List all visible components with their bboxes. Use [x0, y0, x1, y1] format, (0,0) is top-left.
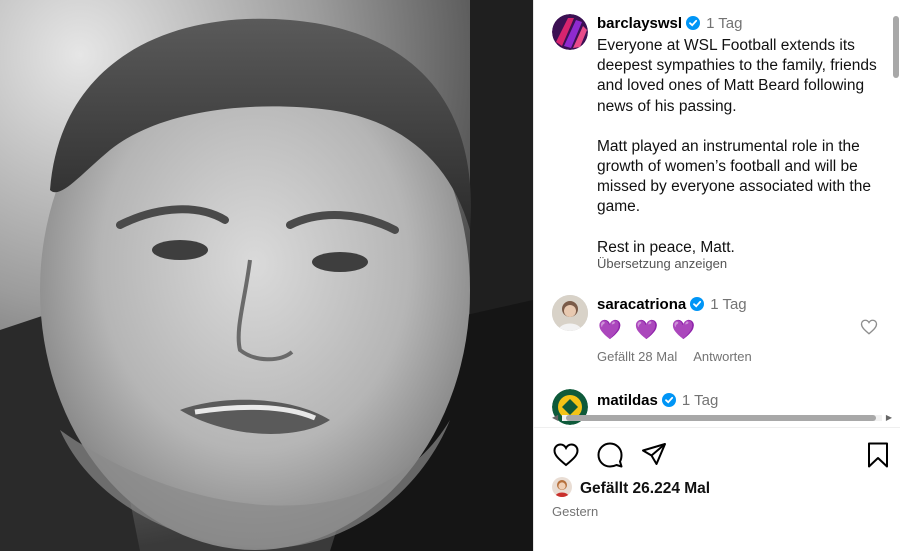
action-bar: [552, 441, 892, 469]
scrollbar-thumb[interactable]: [566, 415, 876, 421]
verified-icon: [661, 393, 676, 407]
scrollbar-thumb[interactable]: [893, 16, 899, 78]
save-bookmark-icon[interactable]: [864, 441, 892, 469]
post-caption: Everyone at WSL Football extends its dee…: [597, 36, 887, 278]
barclayswsl-avatar[interactable]: [552, 14, 588, 50]
likes-count[interactable]: Gefällt 26.224 Mal: [580, 480, 710, 497]
post-photo: [0, 0, 533, 551]
post-side-panel: barclayswsl 1 Tag Everyone at WSL Footbal…: [533, 0, 900, 551]
comment-username[interactable]: saracatriona: [597, 296, 686, 313]
scroll-right-arrow-icon[interactable]: ▶: [886, 414, 892, 422]
reply-button[interactable]: Antworten: [693, 349, 752, 364]
post-header: barclayswsl 1 Tag: [597, 15, 743, 33]
post-username[interactable]: barclayswsl: [597, 15, 682, 32]
post-date[interactable]: Gestern: [552, 504, 598, 519]
post-time[interactable]: 1 Tag: [706, 15, 742, 32]
comment-username[interactable]: matildas: [597, 392, 658, 409]
vertical-scrollbar[interactable]: [893, 6, 899, 406]
divider: [534, 427, 900, 428]
comment-time[interactable]: 1 Tag: [682, 392, 718, 409]
share-icon[interactable]: [640, 441, 668, 469]
horizontal-scrollbar[interactable]: ◀ ▶: [552, 414, 892, 422]
caption-paragraph: Matt played an instrumental role in the …: [597, 137, 871, 216]
likes-summary: Gefällt 26.224 Mal: [552, 477, 710, 498]
comment-likes[interactable]: Gefällt 28 Mal: [597, 349, 677, 364]
comment-header: matildas 1 Tag: [597, 392, 718, 410]
show-translation-link[interactable]: Übersetzung anzeigen: [597, 256, 727, 271]
comment-meta: Gefällt 28 Mal Antworten: [597, 349, 768, 364]
verified-icon: [686, 16, 701, 30]
comment-header: saracatriona 1 Tag: [597, 296, 747, 314]
comment-time[interactable]: 1 Tag: [710, 296, 746, 313]
caption-paragraph: Everyone at WSL Football extends its dee…: [597, 37, 877, 115]
scroll-left-arrow-icon[interactable]: ◀: [552, 414, 558, 422]
comment-text: 💜 💜 💜: [598, 320, 700, 341]
like-heart-icon[interactable]: [552, 441, 580, 469]
verified-icon: [690, 297, 705, 311]
comments-scroll-area[interactable]: barclayswsl 1 Tag Everyone at WSL Footbal…: [534, 0, 900, 425]
liker-avatar[interactable]: [552, 477, 572, 497]
comment-icon[interactable]: [596, 441, 624, 469]
saracatriona-avatar[interactable]: [552, 295, 588, 331]
caption-paragraph: Rest in peace, Matt.: [597, 238, 735, 256]
comment-like-heart-icon[interactable]: [860, 318, 878, 336]
